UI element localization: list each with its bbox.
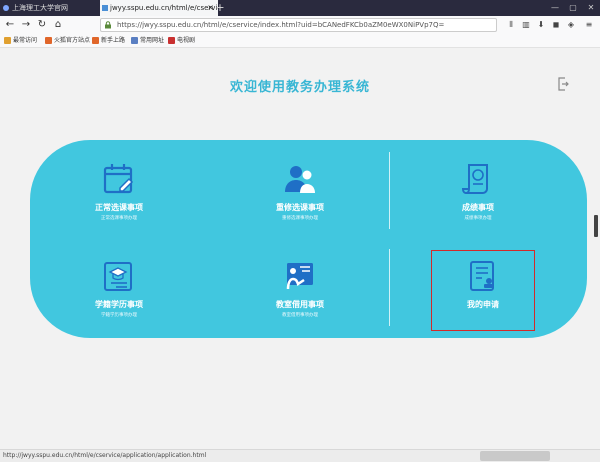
extension-icon[interactable]: ◼: [551, 20, 561, 30]
certificate-icon: [461, 164, 488, 194]
logout-icon[interactable]: [557, 77, 569, 91]
scroll-handle[interactable]: [594, 215, 598, 237]
card-desc: 重修选课事项办理: [282, 216, 318, 221]
menu-icon[interactable]: ≡: [584, 20, 594, 30]
divider: [389, 249, 390, 326]
card-label: 重修选课事项: [276, 203, 324, 212]
tab-label: 上海理工大学官网: [12, 4, 68, 12]
bookmark-item[interactable]: 火狐官方站点: [45, 34, 90, 47]
presentation-icon: [286, 263, 313, 290]
back-button[interactable]: ←: [4, 18, 16, 32]
status-link: http://jwyy.sspu.edu.cn/html/e/cservice/…: [3, 452, 207, 459]
system-tray: [480, 451, 550, 461]
card-desc: 正常选课事项办理: [101, 216, 137, 221]
library-icon[interactable]: ⫴: [506, 20, 516, 30]
minimize-icon[interactable]: —: [546, 0, 564, 16]
selection-highlight: [431, 250, 535, 331]
tab-favicon-icon: [102, 5, 108, 11]
firefox-icon: [92, 37, 99, 44]
card-grades[interactable]: 成绩事项 成绩事项办理: [403, 162, 553, 221]
card-regular-enroll[interactable]: 正常选课事项 正常选课事项办理: [44, 162, 194, 221]
home-button[interactable]: ⌂: [52, 18, 64, 32]
card-label: 教室借用事项: [276, 300, 324, 309]
status-bar: http://jwyy.sspu.edu.cn/html/e/cservice/…: [0, 449, 600, 462]
people-icon: [285, 166, 315, 193]
graduation-cap-icon: [104, 262, 132, 291]
bookmark-item[interactable]: 最常访问: [4, 34, 37, 47]
forward-button[interactable]: →: [20, 18, 32, 32]
lock-icon: [105, 21, 111, 29]
tab-1[interactable]: 上海理工大学官网: [0, 0, 100, 16]
tab-favicon-icon: [3, 5, 9, 11]
bookmark-item[interactable]: 电视剧: [168, 34, 195, 47]
firefox-icon: [45, 37, 52, 44]
tab-bar: 上海理工大学官网 jwyy.sspu.edu.cn/html/e/cservic…: [0, 0, 600, 16]
card-label: 正常选课事项: [95, 203, 143, 212]
calendar-edit-icon: [103, 164, 134, 194]
bookmarks-bar: 最常访问 火狐官方站点 新手上路 常用网址 电视剧: [0, 34, 600, 48]
extension-icon[interactable]: ◈: [566, 20, 576, 30]
card-student-status[interactable]: 学籍学历事项 学籍学历事项办理: [44, 259, 194, 318]
card-classroom-use[interactable]: 教室借用事项 教室借用事项办理: [225, 259, 375, 318]
url-text: https://jwyy.sspu.edu.cn/html/e/cservice…: [117, 21, 445, 29]
card-desc: 成绩事项办理: [464, 216, 492, 221]
url-bar[interactable]: https://jwyy.sspu.edu.cn/html/e/cservice…: [100, 18, 497, 32]
download-icon[interactable]: ⬇: [536, 20, 546, 30]
page-title: 欢迎使用教务办理系统: [229, 80, 370, 95]
star-icon: [4, 37, 11, 44]
card-label: 学籍学历事项: [95, 300, 143, 309]
bookmark-item[interactable]: 常用网址: [131, 34, 164, 47]
card-retake-enroll[interactable]: 重修选课事项 重修选课事项办理: [225, 162, 375, 221]
new-tab-button[interactable]: +: [214, 0, 226, 16]
divider: [389, 152, 390, 229]
close-tab-icon[interactable]: ×: [207, 0, 214, 16]
video-icon: [168, 37, 175, 44]
reload-button[interactable]: ↻: [36, 18, 48, 32]
card-label: 成绩事项: [462, 203, 494, 212]
nav-bar: ← → ↻ ⌂ https://jwyy.sspu.edu.cn/html/e/…: [0, 16, 600, 35]
maximize-icon[interactable]: ▢: [564, 0, 582, 16]
folder-icon: [131, 37, 138, 44]
tab-label: jwyy.sspu.edu.cn/html/e/cservice/: [110, 4, 218, 12]
bookmark-item[interactable]: 新手上路: [92, 34, 125, 47]
card-desc: 学籍学历事项办理: [101, 313, 137, 318]
close-window-icon[interactable]: ✕: [582, 0, 600, 16]
sidebar-icon[interactable]: ▥: [521, 20, 531, 30]
tab-2-active[interactable]: jwyy.sspu.edu.cn/html/e/cservice/ ×: [100, 0, 218, 16]
card-desc: 教室借用事项办理: [282, 313, 318, 318]
